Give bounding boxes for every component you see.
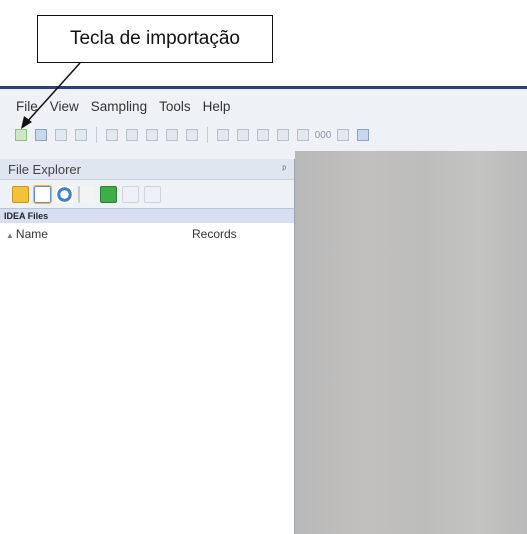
idea-files-header: IDEA Files [0,208,294,223]
open-folder-icon[interactable] [12,185,29,203]
file-explorer-header: File Explorer ᵖ [0,159,294,180]
file-explorer-title: File Explorer [8,161,81,177]
callout-box: Tecla de importação [37,15,273,63]
callout-label: Tecla de importação [69,28,241,49]
menu-file[interactable]: File [0,99,44,114]
main-toolbar: 000 [0,123,527,147]
menu-bar: File View Sampling Tools Help [0,93,527,119]
import-file-icon[interactable] [14,128,28,142]
extract-icon[interactable] [165,128,179,142]
filter-icon[interactable] [122,185,139,203]
append-icon[interactable] [74,128,88,142]
file-explorer-pane: File Explorer ᵖ IDEA Files ▲ Name Records [0,159,295,534]
history-icon[interactable] [256,128,270,142]
search-icon[interactable] [276,128,290,142]
menu-tools[interactable]: Tools [153,99,197,114]
toolbar-separator [207,127,208,143]
tree-view-icon[interactable] [33,184,52,204]
sort-up-icon: ▲ [6,231,14,240]
join-icon[interactable] [54,128,68,142]
menu-help[interactable]: Help [197,99,237,114]
new-project-icon[interactable] [100,185,117,203]
number-format-button[interactable]: 000 [315,128,332,142]
app-window: File View Sampling Tools Help 000 File E… [0,86,527,534]
index-icon[interactable] [185,128,199,142]
add-field-icon[interactable] [356,128,370,142]
export-icon[interactable] [236,128,250,142]
idea-files-label: IDEA Files [4,211,49,221]
column-headers: ▲ Name Records [0,223,294,241]
column-records[interactable]: Records [192,227,237,241]
refresh-icon[interactable] [56,185,73,203]
report-icon[interactable] [145,128,159,142]
grid-icon[interactable] [336,128,350,142]
menu-sampling[interactable]: Sampling [85,99,153,114]
workspace-area [295,151,527,534]
flag-icon[interactable] [78,185,95,203]
list-icon[interactable] [144,185,161,203]
pin-icon[interactable]: ᵖ [282,164,286,175]
menu-view[interactable]: View [44,99,85,114]
link-icon[interactable] [34,128,48,142]
column-name[interactable]: ▲ Name [6,227,192,241]
properties-icon[interactable] [125,128,139,142]
toolbar-separator [96,127,97,143]
file-explorer-toolbar [0,180,294,208]
edit-icon[interactable] [105,128,119,142]
field-stats-icon[interactable] [296,128,310,142]
print-icon[interactable] [216,128,230,142]
